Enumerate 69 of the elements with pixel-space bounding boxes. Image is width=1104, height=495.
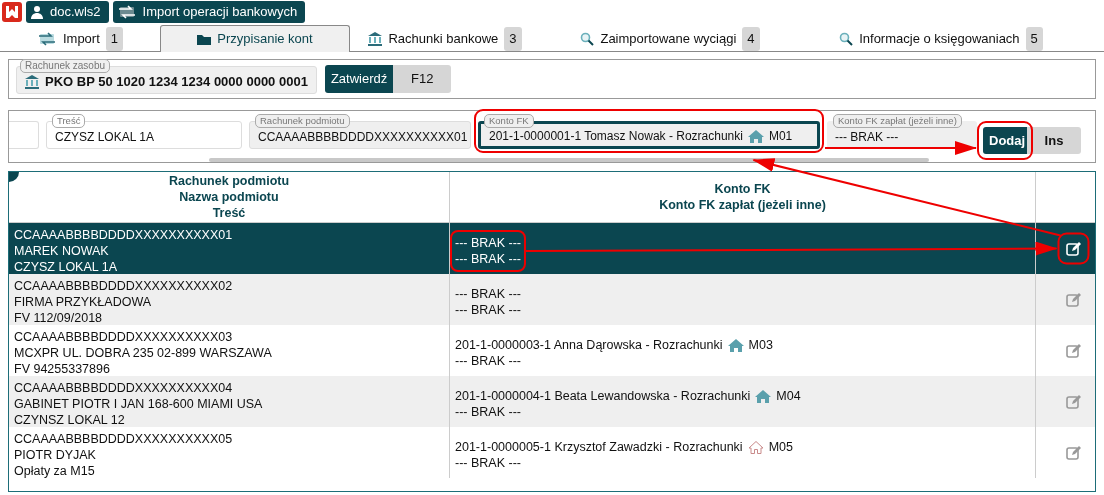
house-icon xyxy=(755,389,772,403)
edit-button[interactable] xyxy=(1064,239,1083,258)
tab[interactable]: Import 1 xyxy=(0,25,160,52)
table-cell: GABINET PIOTR I JAN 168-600 MIAMI USA xyxy=(14,396,263,412)
search-icon xyxy=(839,32,854,46)
field-label: Treść xyxy=(52,114,86,128)
user-button[interactable]: doc.wls2 xyxy=(26,1,109,23)
table-cell: --- BRAK --- xyxy=(455,251,521,267)
table-cell: MAREK NOWAK xyxy=(14,243,109,259)
module-button[interactable]: Import operacji bankowych xyxy=(112,1,306,23)
shortcut-button[interactable]: Ins xyxy=(1027,127,1081,154)
table-cell: CCAAAABBBBDDDDXXXXXXXXXX05 xyxy=(14,431,233,447)
bank-icon xyxy=(25,74,39,89)
table-cell: Opłaty za M15 xyxy=(14,463,95,479)
house-icon xyxy=(747,440,764,454)
table-cell: --- BRAK --- xyxy=(455,302,521,318)
corner-mark xyxy=(9,172,19,182)
field-label: Rachunek podmiotu xyxy=(255,114,350,128)
table-cell: FV 94255337896 xyxy=(14,361,110,377)
table-cell: --- BRAK --- xyxy=(455,353,521,369)
highlight-frame xyxy=(1057,232,1090,265)
field-label: Rachunek zasobu xyxy=(20,58,111,73)
count-badge: 5 xyxy=(1025,27,1043,51)
bank-icon xyxy=(368,32,383,46)
field-label: Konto FK zapłat (jeżeli inne) xyxy=(833,114,962,128)
table-cell: --- BRAK --- xyxy=(455,235,521,251)
table-cell: --- BRAK --- xyxy=(455,404,521,420)
table-cell: FV 112/09/2018 xyxy=(14,310,103,326)
count-badge: 3 xyxy=(504,27,522,51)
house-icon xyxy=(747,129,764,143)
table-cell: CCAAAABBBBDDDDXXXXXXXXXX04 xyxy=(14,380,233,396)
column-header: Konto FK Konto FK zapłat (jeżeli inne) xyxy=(659,181,826,213)
table-row[interactable]: CCAAAABBBBDDDDXXXXXXXXXX01 MAREK NOWAK CZYSZ LOKAL 1A --- BRAK --- --- BRAK --- xyxy=(9,223,1095,274)
field-label: Konto FK xyxy=(484,114,534,128)
table-cell: FIRMA PRZYKŁADOWA xyxy=(14,294,152,310)
confirm-button[interactable]: Zatwierdź xyxy=(324,65,394,93)
tab[interactable]: Informacje o księgowaniach 5 xyxy=(800,25,1082,52)
transfer-icon xyxy=(36,32,57,46)
count-badge: 4 xyxy=(742,27,760,51)
transfer-icon xyxy=(116,5,137,19)
table-cell: MCXPR UL. DOBRA 235 02-899 WARSZAWA xyxy=(14,345,272,361)
table-cell: CZYNSZ LOKAL 12 xyxy=(14,412,125,428)
table-cell: --- BRAK --- xyxy=(455,286,521,302)
table-row[interactable]: CCAAAABBBBDDDDXXXXXXXXXX02 FIRMA PRZYKŁADOWA FV 112/09/2018 --- BRAK --- --- BRAK --- xyxy=(9,274,1095,325)
table-cell: --- BRAK --- xyxy=(455,455,521,471)
table-row[interactable]: CCAAAABBBBDDDDXXXXXXXXXX05 PIOTR DYJAK Opłaty za M15 201-1-0000005-1 Krzysztof Zawadzki - Rozrachunki M05 --- BRAK --- xyxy=(9,427,1095,478)
tab[interactable]: Zaimportowane wyciągi 4 xyxy=(540,25,800,52)
scrollbar[interactable] xyxy=(209,158,929,162)
tab[interactable]: Rachunki bankowe 3 xyxy=(350,25,540,52)
table-cell: CZYSZ LOKAL 1A xyxy=(14,259,118,275)
table-cell: CCAAAABBBBDDDDXXXXXXXXXX03 xyxy=(14,329,233,345)
highlight-frame xyxy=(977,121,1033,160)
tab[interactable]: Przypisanie kont xyxy=(160,25,350,52)
shortcut-button[interactable]: F12 xyxy=(393,65,452,93)
table-cell: PIOTR DYJAK xyxy=(14,447,96,463)
table-cell: 201-1-0000004-1 Beata Lewandowska - Rozrachunki M04 xyxy=(455,388,801,404)
table-cell: CCAAAABBBBDDDDXXXXXXXXXX01 xyxy=(14,227,233,243)
search-icon xyxy=(580,32,595,46)
count-badge: 1 xyxy=(105,27,124,51)
column-header: Rachunek podmiotu Nazwa podmiotu Treść xyxy=(168,173,290,221)
add-button[interactable]: Dodaj xyxy=(983,127,1027,154)
table-row[interactable]: CCAAAABBBBDDDDXXXXXXXXXX04 GABINET PIOTR I JAN 168-600 MIAMI USA CZYNSZ LOKAL 12 201-1-0000004-1 Beata Lewandowska - Rozrachunki M04 --- BRAK --- xyxy=(9,376,1095,427)
folder-icon xyxy=(197,33,212,45)
house-icon xyxy=(727,338,744,352)
logo-icon xyxy=(2,2,22,22)
table-cell: CCAAAABBBBDDDDXXXXXXXXXX02 xyxy=(14,278,233,294)
user-icon xyxy=(30,5,44,19)
table-cell: 201-1-0000005-1 Krzysztof Zawadzki - Rozrachunki M05 xyxy=(455,439,793,455)
table-cell: 201-1-0000003-1 Anna Dąrowska - Rozrachunki M03 xyxy=(455,337,773,353)
